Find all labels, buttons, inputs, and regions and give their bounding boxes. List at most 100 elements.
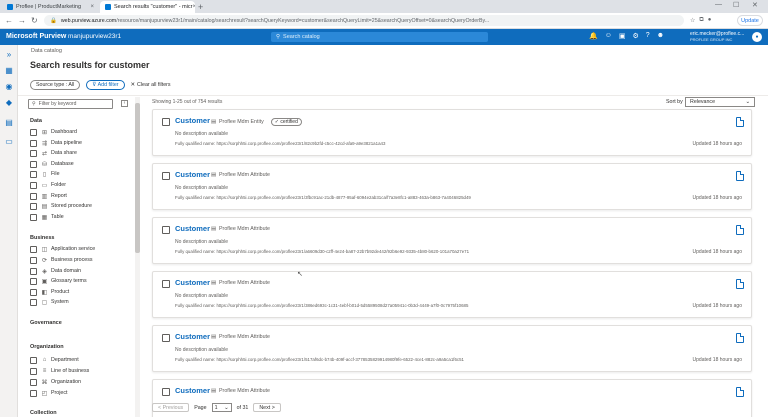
star-icon[interactable]: ☆ bbox=[690, 17, 695, 24]
management-icon[interactable]: ▭ bbox=[4, 137, 14, 147]
result-checkbox[interactable] bbox=[162, 388, 170, 396]
filter-scrollbar-thumb[interactable] bbox=[135, 103, 140, 253]
feedback-icon[interactable]: ☺ bbox=[605, 32, 612, 40]
checkbox[interactable] bbox=[30, 128, 37, 136]
browser-tab-productmarketing[interactable]: Proflee | ProductMarketing × bbox=[2, 1, 99, 13]
checkbox[interactable] bbox=[30, 298, 37, 306]
extensions-icon[interactable]: ⧉ bbox=[699, 17, 703, 24]
result-checkbox[interactable] bbox=[162, 172, 170, 180]
forward-icon[interactable]: → bbox=[18, 16, 26, 25]
add-filter-button[interactable]: ⊽ Add filter bbox=[86, 79, 125, 90]
result-card[interactable]: Customer ▤ Proflee Mdm Attribute No descr… bbox=[152, 271, 752, 318]
data-catalog-icon[interactable]: ▦ bbox=[4, 66, 14, 76]
certified-badge: ✓ certified bbox=[270, 118, 302, 126]
collapse-panel-icon[interactable]: ‹ bbox=[121, 100, 128, 107]
checkbox[interactable] bbox=[30, 256, 37, 264]
next-page-button[interactable]: Next > bbox=[253, 403, 281, 412]
checkbox[interactable] bbox=[30, 389, 37, 397]
checkbox[interactable] bbox=[30, 213, 37, 221]
checkbox[interactable] bbox=[30, 277, 37, 285]
previous-page-button[interactable]: < Previous bbox=[152, 403, 190, 412]
filter-item-department[interactable]: ⌂ Department bbox=[30, 356, 79, 364]
result-checkbox[interactable] bbox=[162, 226, 170, 234]
filter-item-data-domain[interactable]: ◈ Data domain bbox=[30, 267, 81, 275]
back-icon[interactable]: ← bbox=[5, 16, 13, 25]
notifications-icon[interactable]: 🔔 bbox=[589, 32, 598, 40]
smiley-icon[interactable]: ☻ bbox=[657, 32, 664, 40]
result-title[interactable]: Customer bbox=[175, 278, 210, 287]
close-tab-icon[interactable]: × bbox=[90, 4, 94, 10]
minimize-icon[interactable]: — bbox=[715, 1, 722, 8]
checkbox[interactable] bbox=[30, 356, 37, 364]
result-title[interactable]: Customer bbox=[175, 386, 210, 395]
result-card[interactable]: Customer ▤ Proflee Mdm Attribute No descr… bbox=[152, 163, 752, 210]
directory-icon[interactable]: ▣ bbox=[619, 32, 626, 40]
breadcrumb[interactable]: Data catalog bbox=[31, 48, 62, 54]
source-type-filter[interactable]: Source type : All bbox=[30, 79, 81, 90]
data-map-icon[interactable]: ◉ bbox=[4, 82, 14, 92]
settings-icon[interactable]: ⚙ bbox=[633, 32, 639, 40]
maximize-icon[interactable]: ☐ bbox=[733, 1, 739, 9]
filter-item-file[interactable]: ▯ File bbox=[30, 170, 60, 178]
filter-item-project[interactable]: ◰ Project bbox=[30, 389, 68, 397]
checkbox[interactable] bbox=[30, 149, 37, 157]
profile-icon[interactable]: ● bbox=[708, 17, 712, 24]
result-checkbox[interactable] bbox=[162, 334, 170, 342]
filter-item-data-pipeline[interactable]: ⇶ Data pipeline bbox=[30, 139, 82, 147]
result-title[interactable]: Customer bbox=[175, 224, 210, 233]
filter-item-data-share[interactable]: ⇄ Data share bbox=[30, 149, 77, 157]
user-info[interactable]: eric.mecker@proflee.c... PROFLEE GROUP I… bbox=[690, 31, 744, 43]
new-tab-icon[interactable]: + bbox=[198, 2, 203, 12]
checkbox[interactable] bbox=[30, 202, 37, 210]
window-close-icon[interactable]: ✕ bbox=[752, 1, 758, 9]
filter-keyword-input[interactable]: ⚲ Filter by keyword bbox=[28, 99, 113, 109]
filter-item-organization[interactable]: ⌘ Organization bbox=[30, 378, 81, 386]
sort-dropdown[interactable]: Relevance ⌄ bbox=[685, 97, 755, 107]
result-card[interactable]: Customer ▤ Proflee Mdm Attribute No descr… bbox=[152, 325, 752, 372]
filter-item-stored-procedure[interactable]: ▤ Stored procedure bbox=[30, 202, 92, 210]
insights-icon[interactable]: ▤ bbox=[4, 118, 14, 128]
checkbox[interactable] bbox=[30, 378, 37, 386]
reload-icon[interactable]: ↻ bbox=[31, 16, 38, 25]
avatar[interactable]: ● bbox=[752, 32, 762, 42]
result-checkbox[interactable] bbox=[162, 118, 170, 126]
filter-item-table[interactable]: ▦ Table bbox=[30, 213, 64, 221]
filter-item-folder[interactable]: ▭ Folder bbox=[30, 181, 66, 189]
brand-title[interactable]: Microsoft Purview bbox=[6, 33, 66, 40]
help-icon[interactable]: ? bbox=[646, 32, 650, 40]
checkbox[interactable] bbox=[30, 160, 37, 168]
filter-item-report[interactable]: ▥ Report bbox=[30, 192, 67, 200]
checkbox[interactable] bbox=[30, 170, 37, 178]
clear-all-filters-button[interactable]: ✕ Clear all filters bbox=[131, 82, 171, 88]
catalog-search-input[interactable]: ⚲ Search catalog bbox=[271, 32, 488, 42]
filter-item-application-service[interactable]: ◫ Application service bbox=[30, 245, 95, 253]
page-select[interactable]: 1 ⌄ bbox=[211, 403, 232, 412]
checkbox[interactable] bbox=[30, 367, 37, 375]
filter-item-business-process[interactable]: ⟳ Business process bbox=[30, 256, 93, 264]
update-button[interactable]: Update bbox=[737, 15, 763, 26]
checkbox[interactable] bbox=[30, 181, 37, 189]
result-title[interactable]: Customer bbox=[175, 332, 210, 341]
close-tab-icon[interactable]: × bbox=[192, 4, 195, 10]
result-title[interactable]: Customer bbox=[175, 116, 210, 125]
filter-item-glossary-terms[interactable]: ▣ Glossary terms bbox=[30, 277, 87, 285]
result-title[interactable]: Customer bbox=[175, 170, 210, 179]
filter-item-dashboard[interactable]: ⊞ Dashboard bbox=[30, 128, 77, 136]
url-field[interactable]: 🔒 web.purview.azure.com /resource/manjup… bbox=[44, 15, 684, 26]
result-card[interactable]: Customer ▤ Proflee Mdm Entity ✓ certified … bbox=[152, 109, 752, 156]
expand-menu-icon[interactable]: » bbox=[4, 50, 14, 60]
filter-item-database[interactable]: ⛁ Database bbox=[30, 160, 74, 168]
checkbox[interactable] bbox=[30, 267, 37, 275]
checkbox[interactable] bbox=[30, 288, 37, 296]
checkbox[interactable] bbox=[30, 245, 37, 253]
filter-item-line-of-business[interactable]: ≡ Line of business bbox=[30, 367, 89, 375]
result-checkbox[interactable] bbox=[162, 280, 170, 288]
filter-item-system[interactable]: ▢ System bbox=[30, 298, 69, 306]
checkbox[interactable] bbox=[30, 192, 37, 200]
data-policy-icon[interactable]: ◆ bbox=[4, 98, 14, 108]
account-name[interactable]: manjupurview23r1 bbox=[68, 33, 121, 40]
filter-item-product[interactable]: ◧ Product bbox=[30, 288, 69, 296]
checkbox[interactable] bbox=[30, 139, 37, 147]
result-card[interactable]: Customer ▤ Proflee Mdm Attribute No descr… bbox=[152, 217, 752, 264]
browser-tab-search-results[interactable]: Search results "customer" - micr × bbox=[100, 1, 195, 13]
